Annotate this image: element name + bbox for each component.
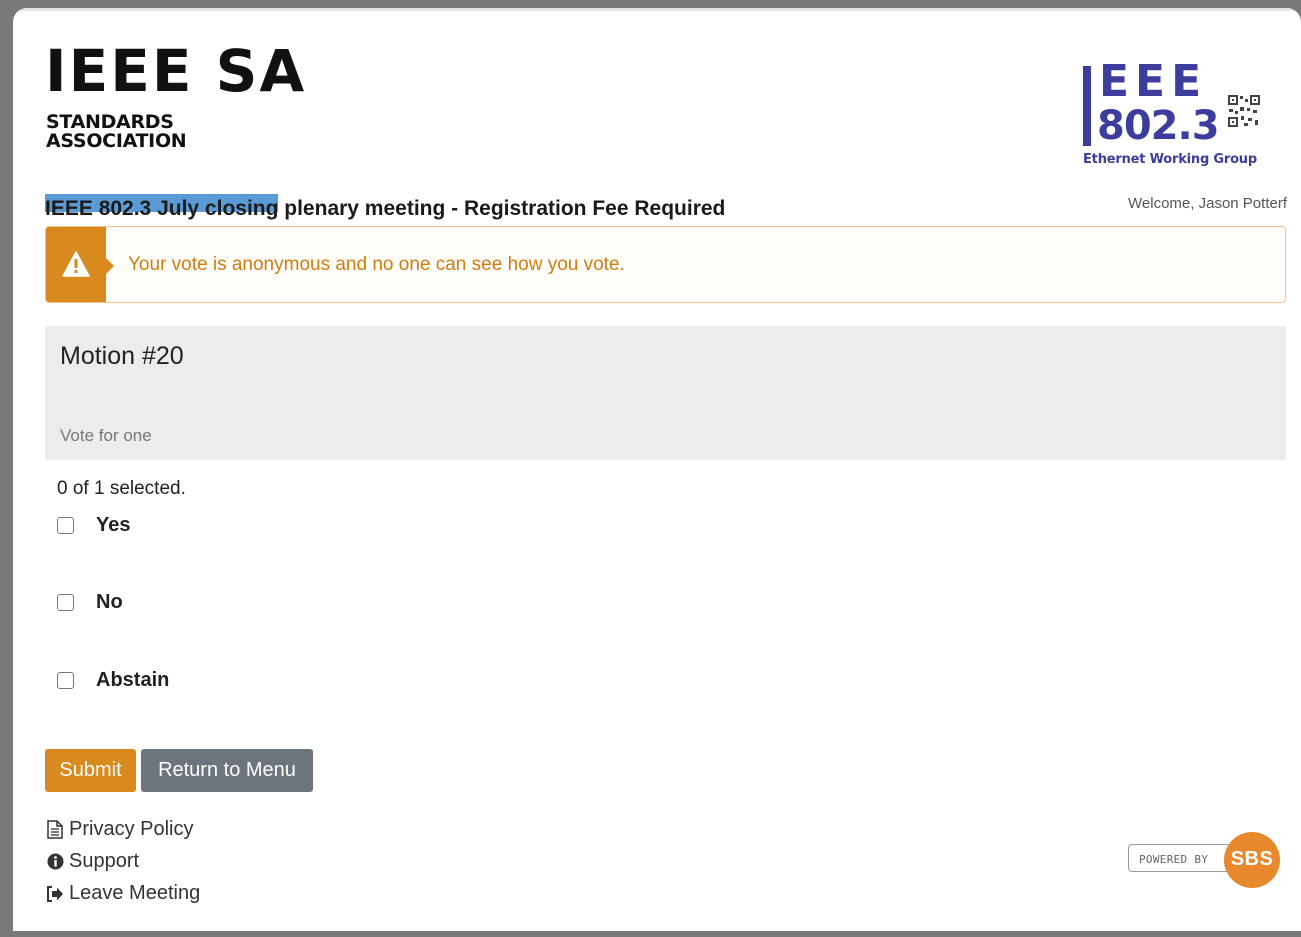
voting-page: IEEE SA STANDARDS ASSOCIATION EEE 802.3 … [13,8,1301,931]
motion-panel: Motion #20 Vote for one [45,326,1286,460]
meeting-title: IEEE 802.3 July closing plenary meeting … [45,197,726,220]
option-yes-checkbox[interactable] [57,516,74,534]
welcome-message: Welcome, Jason Potterf [1128,195,1287,212]
privacy-policy-label: Privacy Policy [69,818,194,840]
sa-logo-subtitle: STANDARDS ASSOCIATION [46,113,187,152]
info-icon [45,852,65,872]
powered-by-text: POWERED BY [1139,853,1209,866]
alert-pointer [106,258,114,274]
alert-icon-panel [46,227,106,302]
powered-by-box: POWERED BY [1128,844,1238,872]
warning-icon [62,251,90,277]
sbs-logo: SBS [1224,832,1280,888]
support-label: Support [69,850,140,872]
powered-by-sbs-badge[interactable]: POWERED BY SBS [1128,830,1280,890]
motion-title: Motion #20 [60,342,184,370]
option-abstain-label: Abstain [96,668,170,691]
support-link[interactable]: Support [45,850,139,873]
leave-meeting-label: Leave Meeting [69,882,201,904]
logo-number: 802.3 [1097,103,1220,149]
qr-code-icon [1227,94,1261,128]
option-no-label: No [96,590,123,613]
top-border [13,8,1301,11]
logo-eee-text: EEE [1099,56,1208,107]
logo-subtitle: Ethernet Working Group [1083,152,1257,167]
logo-i-bar [1083,66,1091,146]
ieee-sa-logo: IEEE SA STANDARDS ASSOCIATION [45,42,304,212]
leave-meeting-link[interactable]: Leave Meeting [45,882,200,905]
sa-logo-line2: ASSOCIATION [46,130,187,152]
document-icon [45,820,65,840]
selection-count: 0 of 1 selected. [57,478,186,499]
option-no[interactable]: No [57,590,123,614]
option-no-checkbox[interactable] [57,593,74,611]
sbs-logo-text: SBS [1230,848,1274,870]
privacy-policy-link[interactable]: Privacy Policy [45,818,193,841]
return-to-menu-button[interactable]: Return to Menu [141,749,313,792]
alert-text: Your vote is anonymous and no one can se… [128,254,625,275]
option-yes[interactable]: Yes [57,513,130,537]
option-abstain[interactable]: Abstain [57,668,169,692]
anonymous-vote-alert: Your vote is anonymous and no one can se… [45,226,1286,303]
submit-button[interactable]: Submit [45,749,136,792]
ieee-802-3-logo: EEE 802.3 Ethernet Working Group [1083,58,1283,184]
sign-out-icon [45,884,65,904]
sa-logo-main: IEEE SA [45,37,307,105]
motion-hint: Vote for one [60,426,152,445]
option-abstain-checkbox[interactable] [57,671,74,689]
option-yes-label: Yes [96,513,131,536]
